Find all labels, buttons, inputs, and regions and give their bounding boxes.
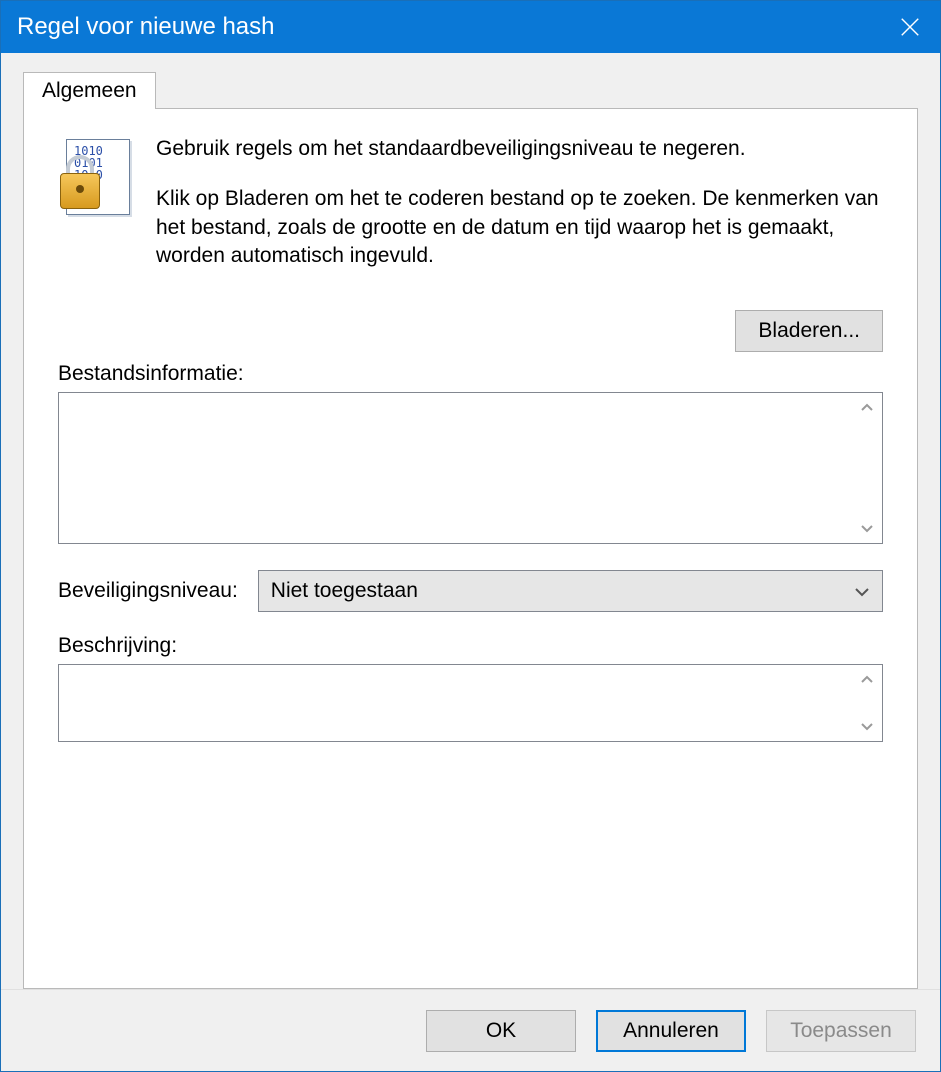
security-level-value: Niet toegestaan: [271, 579, 854, 603]
ok-button[interactable]: OK: [426, 1010, 576, 1052]
close-icon: [899, 16, 921, 38]
description-field-wrap: [58, 664, 883, 742]
intro-row: 1010 0101 1010 Gebruik regels om het sta…: [58, 135, 883, 292]
window-title: Regel voor nieuwe hash: [17, 13, 275, 41]
dialog-footer: OK Annuleren Toepassen: [1, 989, 940, 1071]
dialog-window: Regel voor nieuwe hash Algemeen 1010 010…: [0, 0, 941, 1072]
security-level-row: Beveiligingsniveau: Niet toegestaan: [58, 570, 883, 612]
tabs-area: Algemeen 1010 0101 1010 Gebruik regels o…: [23, 71, 918, 989]
security-level-label: Beveiligingsniveau:: [58, 579, 238, 603]
file-info-field[interactable]: [59, 393, 852, 543]
browse-button[interactable]: Bladeren...: [735, 310, 883, 352]
description-label: Beschrijving:: [58, 634, 883, 658]
close-button[interactable]: [880, 1, 940, 53]
security-level-select[interactable]: Niet toegestaan: [258, 570, 883, 612]
description-field[interactable]: [59, 665, 852, 741]
tab-panel-general: 1010 0101 1010 Gebruik regels om het sta…: [23, 108, 918, 989]
tab-general[interactable]: Algemeen: [23, 72, 156, 109]
chevron-down-icon: [854, 579, 870, 603]
file-info-label: Bestandsinformatie:: [58, 362, 883, 386]
intro-text: Gebruik regels om het standaardbeveiligi…: [156, 135, 883, 292]
apply-button[interactable]: Toepassen: [766, 1010, 916, 1052]
scroll-down-icon[interactable]: [852, 515, 882, 543]
description-scrollbar[interactable]: [852, 665, 882, 741]
cancel-button[interactable]: Annuleren: [596, 1010, 746, 1052]
titlebar: Regel voor nieuwe hash: [1, 1, 940, 53]
file-info-scrollbar[interactable]: [852, 393, 882, 543]
browse-row: Bladeren...: [58, 310, 883, 352]
scroll-down-icon[interactable]: [852, 713, 882, 741]
scroll-up-icon[interactable]: [852, 393, 882, 421]
client-area: Algemeen 1010 0101 1010 Gebruik regels o…: [1, 53, 940, 989]
tabstrip: Algemeen: [23, 71, 918, 108]
file-info-field-wrap: [58, 392, 883, 544]
scroll-up-icon[interactable]: [852, 665, 882, 693]
intro-line-1: Gebruik regels om het standaardbeveiligi…: [156, 135, 883, 163]
intro-line-2: Klik op Bladeren om het te coderen besta…: [156, 185, 883, 270]
lock-document-icon: 1010 0101 1010: [58, 139, 130, 219]
